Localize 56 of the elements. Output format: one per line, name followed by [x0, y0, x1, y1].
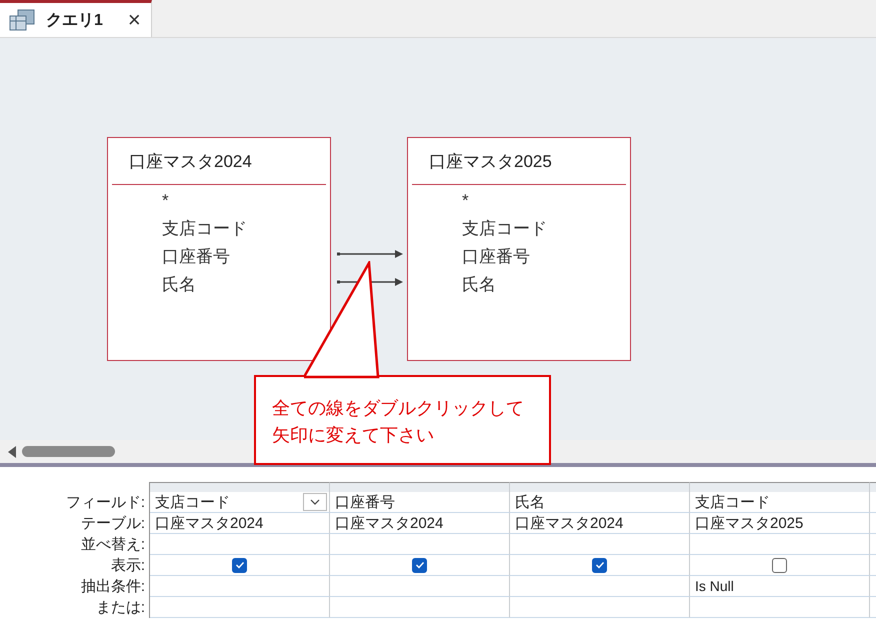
query-tab[interactable]: クエリ1 ×	[0, 0, 152, 37]
grid-cell[interactable]	[510, 597, 690, 618]
grid-cell[interactable]	[150, 576, 330, 597]
field-item[interactable]: *	[162, 187, 330, 215]
grid-cell[interactable]	[330, 534, 510, 555]
field-cell[interactable]: 氏名	[515, 492, 545, 512]
field-item[interactable]: 氏名	[462, 271, 630, 299]
field-item[interactable]: *	[462, 187, 630, 215]
table-title: 口座マスタ2025	[412, 138, 626, 185]
join-line[interactable]	[337, 250, 403, 258]
row-label: フィールド:	[66, 494, 145, 511]
column-selector[interactable]	[870, 482, 876, 492]
grid-cell[interactable]	[690, 597, 870, 618]
table-cell[interactable]: 口座マスタ2024	[515, 514, 624, 532]
chevron-down-icon	[310, 499, 320, 505]
grid-cell[interactable]	[510, 534, 690, 555]
field-cell[interactable]: 支店コード	[695, 492, 770, 512]
query-icon	[9, 9, 35, 31]
field-item[interactable]: 口座番号	[462, 243, 630, 271]
column-selector[interactable]	[690, 482, 870, 492]
field-item[interactable]: 口座番号	[162, 243, 330, 271]
grid-cell[interactable]	[150, 597, 330, 618]
callout-text: 全ての線をダブルクリックして	[272, 397, 525, 420]
scrollbar-thumb[interactable]	[22, 446, 115, 457]
row-label: 並べ替え:	[80, 536, 145, 553]
table-cell[interactable]: 口座マスタ2025	[695, 514, 804, 532]
field-item[interactable]: 氏名	[162, 271, 330, 299]
grid-cell[interactable]	[150, 534, 330, 555]
field-item[interactable]: 支店コード	[462, 215, 630, 243]
field-item[interactable]: 支店コード	[162, 215, 330, 243]
row-label: または:	[96, 599, 145, 616]
grid-cell[interactable]	[330, 597, 510, 618]
dropdown-button[interactable]	[303, 493, 327, 511]
table-cell[interactable]: 口座マスタ2024	[335, 514, 444, 532]
row-label: テーブル:	[80, 515, 145, 532]
show-checkbox[interactable]	[232, 558, 247, 572]
show-checkbox[interactable]	[412, 558, 427, 572]
row-label: 抽出条件:	[80, 578, 145, 595]
check-icon	[414, 561, 424, 569]
tab-title: クエリ1	[46, 10, 103, 30]
row-label: 表示:	[110, 557, 145, 574]
check-icon	[234, 561, 244, 569]
table-title: 口座マスタ2024	[112, 138, 326, 185]
criteria-cell[interactable]: Is Null	[695, 578, 734, 594]
table-cell[interactable]: 口座マスタ2024	[155, 514, 264, 532]
column-selector[interactable]	[510, 482, 690, 492]
close-button[interactable]: ×	[128, 9, 141, 31]
field-cell[interactable]: 支店コード	[155, 492, 230, 512]
check-icon	[594, 561, 604, 569]
show-checkbox[interactable]	[592, 558, 607, 572]
field-cell[interactable]: 口座番号	[335, 492, 395, 512]
show-checkbox[interactable]	[772, 558, 787, 572]
grid-cell[interactable]	[510, 576, 690, 597]
grid-cell[interactable]	[690, 534, 870, 555]
grid-cell[interactable]	[330, 576, 510, 597]
callout-text: 矢印に変えて下さい	[272, 424, 435, 447]
